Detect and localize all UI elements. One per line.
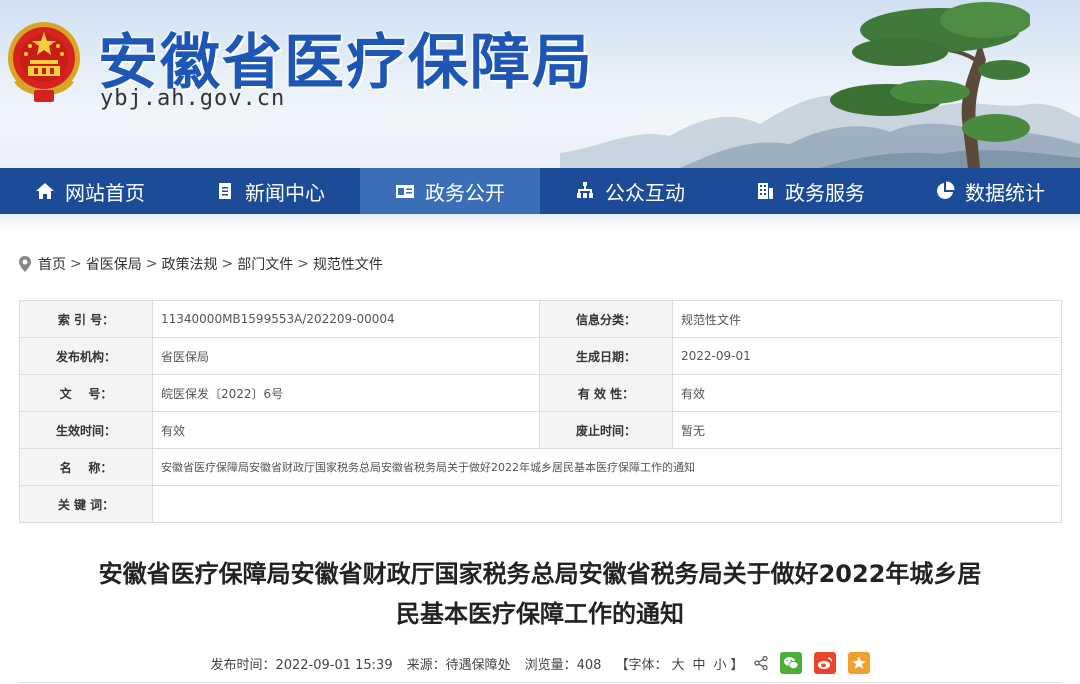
share-icon[interactable]	[753, 656, 768, 670]
font-size-control: 【字体：大中小】	[615, 654, 743, 673]
font-size-medium[interactable]: 中	[692, 658, 705, 673]
font-size-small[interactable]: 小	[714, 658, 727, 673]
breadcrumb: 首页 > 省医保局 > 政策法规 > 部门文件 > 规范性文件	[18, 254, 383, 274]
document-info-table: 索 引 号： 11340000MB1599553A/202209-00004 信…	[19, 300, 1062, 523]
font-size-suffix: 】	[730, 657, 744, 673]
document-icon	[219, 183, 231, 199]
article-title-line-1: 安徽省医疗保障局安徽省财政厅国家税务总局安徽省税务局关于做好2022年城乡居	[98, 560, 982, 588]
home-icon	[36, 183, 54, 199]
font-size-prefix: 【字体：	[615, 657, 668, 673]
table-row: 名 称： 安徽省医疗保障局安徽省财政厅国家税务总局安徽省税务局关于做好2022年…	[19, 448, 1062, 486]
breadcrumb-separator: >	[145, 256, 158, 272]
effective-date-value: 有效	[152, 411, 540, 449]
nav-item-home[interactable]: 网站首页	[0, 168, 180, 214]
breadcrumb-normative-documents[interactable]: 规范性文件	[313, 254, 383, 274]
wechat-share-button[interactable]	[779, 652, 802, 674]
created-date-label: 生成日期：	[539, 337, 673, 375]
breadcrumb-home[interactable]: 首页	[38, 254, 66, 274]
nav-item-label: 政务服务	[785, 180, 865, 205]
national-emblem-logo	[8, 22, 80, 102]
article-source: 来源：待遇保障处	[406, 657, 511, 673]
article-meta: 发布时间：2022-09-01 15:39 来源：待遇保障处 浏览量：408 【…	[0, 652, 1080, 674]
table-row: 文 号： 皖医保发〔2022〕6号 有 效 性： 有效	[19, 374, 1062, 412]
font-size-large[interactable]: 大	[671, 658, 684, 673]
site-banner: 安徽省医疗保障局 ybj.ah.gov.cn	[0, 0, 1080, 168]
category-value: 规范性文件	[672, 300, 1062, 338]
document-name-label: 名 称：	[19, 448, 153, 486]
breadcrumb-policies[interactable]: 政策法规	[161, 254, 217, 274]
validity-value: 有效	[672, 374, 1062, 412]
breadcrumb-provincial-bureau[interactable]: 省医保局	[86, 254, 142, 274]
star-icon	[851, 656, 866, 669]
network-icon	[577, 182, 593, 198]
building-icon	[758, 183, 773, 199]
nav-item-label: 新闻中心	[245, 180, 325, 205]
breadcrumb-separator: >	[70, 256, 82, 272]
table-row: 生效时间： 有效 废止时间： 暂无	[19, 411, 1062, 449]
favorite-button[interactable]	[847, 652, 870, 674]
pine-tree-illustration	[830, 2, 1030, 168]
document-number-value: 皖医保发〔2022〕6号	[152, 374, 540, 412]
nav-item-statistics[interactable]: 数据统计	[900, 168, 1080, 214]
publisher-value: 省医保局	[152, 337, 540, 375]
nav-item-government-affairs[interactable]: 政务公开	[360, 168, 540, 214]
nav-item-label: 网站首页	[65, 180, 145, 205]
nav-item-government-services[interactable]: 政务服务	[720, 168, 900, 214]
publish-time: 发布时间：2022-09-01 15:39	[210, 657, 393, 673]
index-value: 11340000MB1599553A/202209-00004	[152, 300, 540, 338]
table-row: 索 引 号： 11340000MB1599553A/202209-00004 信…	[19, 300, 1062, 338]
keywords-label: 关 键 词：	[19, 485, 153, 523]
table-row: 关 键 词：	[19, 485, 1062, 523]
effective-date-label: 生效时间：	[19, 411, 153, 449]
document-name-value: 安徽省医疗保障局安徽省财政厅国家税务总局安徽省税务局关于做好2022年城乡居民基…	[152, 448, 1062, 486]
breadcrumb-separator: >	[297, 256, 309, 272]
created-date-value: 2022-09-01	[672, 337, 1062, 375]
nav-item-public-interaction[interactable]: 公众互动	[540, 168, 720, 214]
nav-shadow	[0, 214, 1080, 230]
expiry-date-label: 废止时间：	[539, 411, 673, 449]
document-number-label: 文 号：	[19, 374, 153, 412]
validity-label: 有 效 性：	[539, 374, 673, 412]
pie-chart-icon	[937, 181, 955, 199]
id-card-icon	[396, 185, 414, 198]
publisher-label: 发布机构：	[19, 337, 153, 375]
nav-item-label: 政务公开	[425, 180, 505, 205]
keywords-value	[152, 485, 1062, 523]
category-label: 信息分类：	[539, 300, 673, 338]
nav-item-label: 数据统计	[965, 180, 1045, 205]
breadcrumb-separator: >	[221, 256, 234, 272]
view-count: 浏览量：408	[524, 657, 602, 673]
article-title-line-2: 民基本医疗保障工作的通知	[396, 600, 684, 628]
location-pin-icon	[19, 256, 31, 272]
article-title: 安徽省医疗保障局安徽省财政厅国家税务总局安徽省税务局关于做好2022年城乡居 民…	[30, 554, 1050, 634]
divider	[18, 682, 1062, 683]
expiry-date-value: 暂无	[672, 411, 1062, 449]
table-row: 发布机构： 省医保局 生成日期： 2022-09-01	[19, 337, 1062, 375]
main-navigation: 网站首页 新闻中心 政务公开 公众互动 政务服务 数据统计	[0, 168, 1080, 214]
weibo-share-button[interactable]	[813, 652, 836, 674]
nav-item-label: 公众互动	[605, 180, 685, 205]
wechat-icon	[783, 657, 798, 670]
index-label: 索 引 号：	[19, 300, 153, 338]
nav-item-news[interactable]: 新闻中心	[180, 168, 360, 214]
breadcrumb-department-documents[interactable]: 部门文件	[237, 254, 293, 274]
weibo-icon	[817, 657, 832, 669]
site-domain: ybj.ah.gov.cn	[100, 86, 286, 111]
